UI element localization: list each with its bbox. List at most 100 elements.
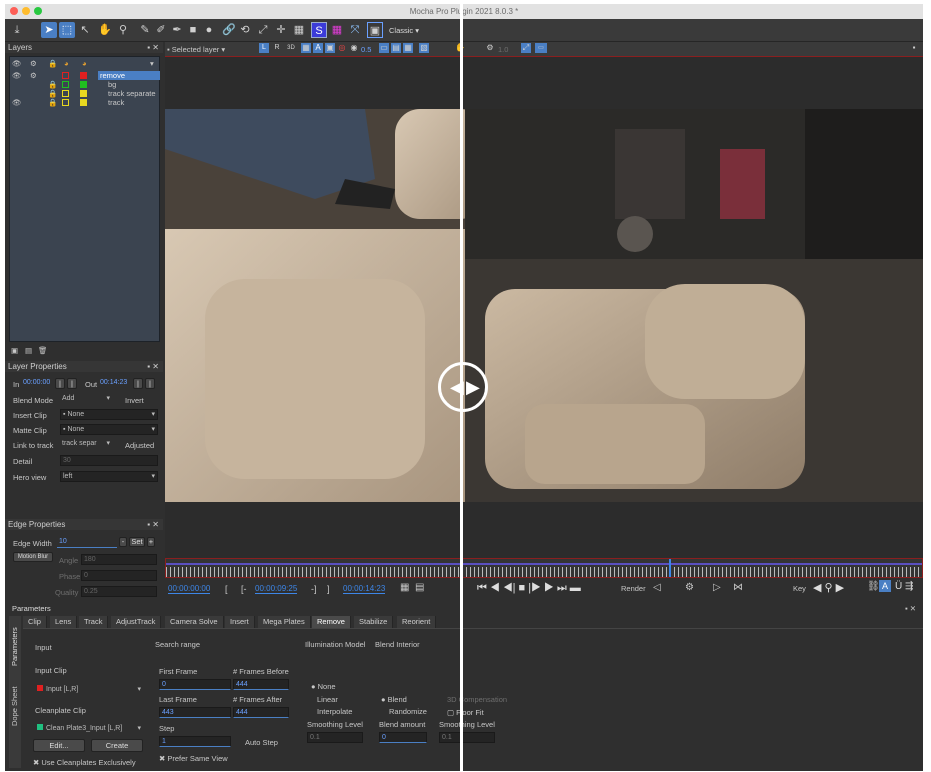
viewer-canvas[interactable]	[165, 56, 923, 558]
edge-width-minus[interactable]: -	[119, 537, 127, 547]
overlay-opacity[interactable]: 0.5	[361, 45, 371, 54]
mesh-icon[interactable]: ▦	[329, 22, 345, 38]
render-forward-icon[interactable]: ▷	[713, 582, 721, 593]
selected-layer-select[interactable]: ▪ Selected layer ▾	[167, 45, 225, 54]
link-icon[interactable]: 🔗	[221, 22, 237, 38]
illum-linear-radio[interactable]: Linear	[317, 695, 338, 704]
edit-button[interactable]: Edit...	[33, 739, 85, 752]
duplicate-layer-icon[interactable]: ▤	[25, 346, 32, 355]
keyframe-controls[interactable]: ◀ ⚲ ▶	[813, 581, 844, 594]
layer-name[interactable]: track	[108, 98, 124, 107]
side-tab-dope-sheet[interactable]: Dope Sheet	[10, 686, 19, 726]
zoom-window-button[interactable]	[34, 7, 42, 15]
tab-track[interactable]: Track	[79, 616, 109, 628]
render-frame-icon[interactable]: ⚙	[685, 582, 694, 593]
illum-none-radio[interactable]: ● None	[311, 682, 336, 691]
add-point-icon[interactable]: ✒	[169, 22, 185, 38]
xspline-tool-icon[interactable]: ✎	[137, 22, 153, 38]
edge-width-plus[interactable]: +	[147, 537, 155, 547]
first-frame-field[interactable]: 0	[159, 679, 231, 690]
view-mode-1-icon[interactable]: ▭	[379, 43, 389, 53]
layer-outline-swatch[interactable]	[62, 81, 69, 88]
invert-checkbox[interactable]: Invert	[125, 396, 144, 405]
autokey-icon[interactable]: A	[879, 580, 891, 592]
cleanplate-clip-select[interactable]: Clean Plate3_Input [L,R] ▾	[35, 724, 143, 736]
layer-outline-swatch[interactable]	[62, 72, 69, 79]
rect-tool-icon[interactable]: ■	[185, 22, 201, 38]
blend-radio[interactable]: ● Blend	[381, 695, 407, 704]
viewer-menu-icon[interactable]: ▪	[909, 43, 919, 53]
set-out-button[interactable]: |	[133, 378, 143, 389]
smoothing-level-2-field[interactable]: 0.1	[439, 732, 495, 743]
timeline-ruler[interactable]	[165, 558, 923, 578]
tab-lens[interactable]: Lens	[50, 616, 78, 628]
playhead[interactable]	[669, 559, 671, 577]
minimize-window-button[interactable]	[22, 7, 30, 15]
tab-reorient[interactable]: Reorient	[397, 616, 437, 628]
insert-clip-select[interactable]: ▪ None ▾	[60, 409, 158, 420]
rotate-icon[interactable]: ⟲	[237, 22, 253, 38]
layer-matte-swatch[interactable]	[80, 81, 87, 88]
hero-view-select[interactable]: left ▾	[60, 471, 158, 482]
select-points-icon[interactable]: ⬚	[59, 22, 75, 38]
frames-before-field[interactable]: 444	[233, 679, 289, 690]
reset-range-icon[interactable]: ]	[327, 584, 330, 594]
scale-icon[interactable]: ⤢	[255, 22, 271, 38]
layer-name[interactable]: track separate	[108, 89, 156, 98]
surface-icon[interactable]: S	[311, 22, 327, 38]
lock-icon[interactable]: 🔒	[48, 80, 57, 89]
render-backward-icon[interactable]: ◁	[653, 582, 661, 593]
tab-remove[interactable]: Remove	[312, 616, 351, 628]
quality-field[interactable]: 0.25	[81, 586, 157, 597]
frames-after-field[interactable]: 444	[233, 707, 289, 718]
comparison-handle[interactable]: ◀ ▶	[438, 362, 488, 412]
edge-width-set-button[interactable]: Set	[129, 537, 145, 547]
adjusted-checkbox[interactable]: Adjusted	[125, 441, 154, 450]
eye-icon[interactable]: 👁	[12, 71, 22, 80]
fit-icon[interactable]: ⤢	[521, 43, 531, 53]
illum-interpolate-radio[interactable]: Interpolate	[317, 707, 352, 716]
layer-row[interactable]: 👁 ⚙ remove	[10, 71, 160, 80]
car-interior-image[interactable]	[165, 109, 923, 502]
layer-menu-icon[interactable]: ▾	[150, 59, 154, 68]
render-both-icon[interactable]: ⋈	[733, 582, 743, 593]
viewer-settings-icon[interactable]: ⚙	[485, 43, 495, 53]
lock-icon[interactable]: 🔒	[48, 98, 57, 107]
hand-icon[interactable]: ✋	[97, 22, 113, 38]
view-left-icon[interactable]: L	[259, 43, 269, 53]
layer-outline-swatch[interactable]	[62, 90, 69, 97]
view-right-icon[interactable]: R	[272, 43, 282, 53]
grid-icon[interactable]: ▦	[291, 22, 307, 38]
tab-clip[interactable]: Clip	[23, 616, 47, 628]
layer-matte-swatch[interactable]	[80, 99, 87, 106]
workspace-select[interactable]: Classic ▾	[389, 26, 419, 35]
view-mode-4-icon[interactable]: ▧	[419, 43, 429, 53]
trash-icon[interactable]: 🗑	[38, 346, 48, 355]
in-point-field[interactable]: 00:00:00	[21, 378, 51, 389]
close-window-button[interactable]	[10, 7, 18, 15]
transport-controls[interactable]: ⏮ ◀ ◀| ■ |▶ ▶ ⏭ ▬	[477, 582, 581, 595]
undo-key-icon[interactable]: Ü ⇶	[895, 581, 913, 592]
current-time-field[interactable]: 00:00:00:00	[168, 584, 211, 594]
move-icon[interactable]: ✛	[273, 22, 289, 38]
motion-blur-button[interactable]: Motion Blur	[13, 552, 53, 562]
layer-row[interactable]: 👁 🔒 track	[10, 98, 159, 107]
show-mattes-icon[interactable]: ▣	[325, 43, 335, 53]
layer-matte-swatch[interactable]	[80, 72, 87, 79]
randomize-radio[interactable]: Randomize	[389, 707, 427, 716]
last-frame-field[interactable]: 443	[159, 707, 231, 718]
blend-mode-select[interactable]: Add ▾	[60, 394, 112, 405]
layer-name[interactable]: bg	[108, 80, 116, 89]
detail-field[interactable]: 30	[60, 455, 158, 466]
fit-view-icon[interactable]: ▣	[367, 22, 383, 38]
link-to-track-select[interactable]: track separ ▾	[60, 439, 112, 450]
parameters-close-icon[interactable]: ▪ ✕	[905, 604, 916, 613]
view-3d-icon[interactable]: 3D	[285, 43, 297, 53]
corner-pin-icon[interactable]: ⤧	[347, 22, 363, 38]
panel-close-icon[interactable]: ▪ ✕	[147, 519, 159, 530]
panel-close-icon[interactable]: ▪ ✕	[147, 42, 159, 53]
lock-icon[interactable]: 🔒	[48, 89, 57, 98]
tab-camera-solve[interactable]: Camera Solve	[165, 616, 224, 628]
use-cleanplates-checkbox[interactable]: ✖ Use Cleanplates Exclusively	[33, 758, 136, 767]
set-in-point-icon[interactable]: [-	[241, 584, 247, 594]
